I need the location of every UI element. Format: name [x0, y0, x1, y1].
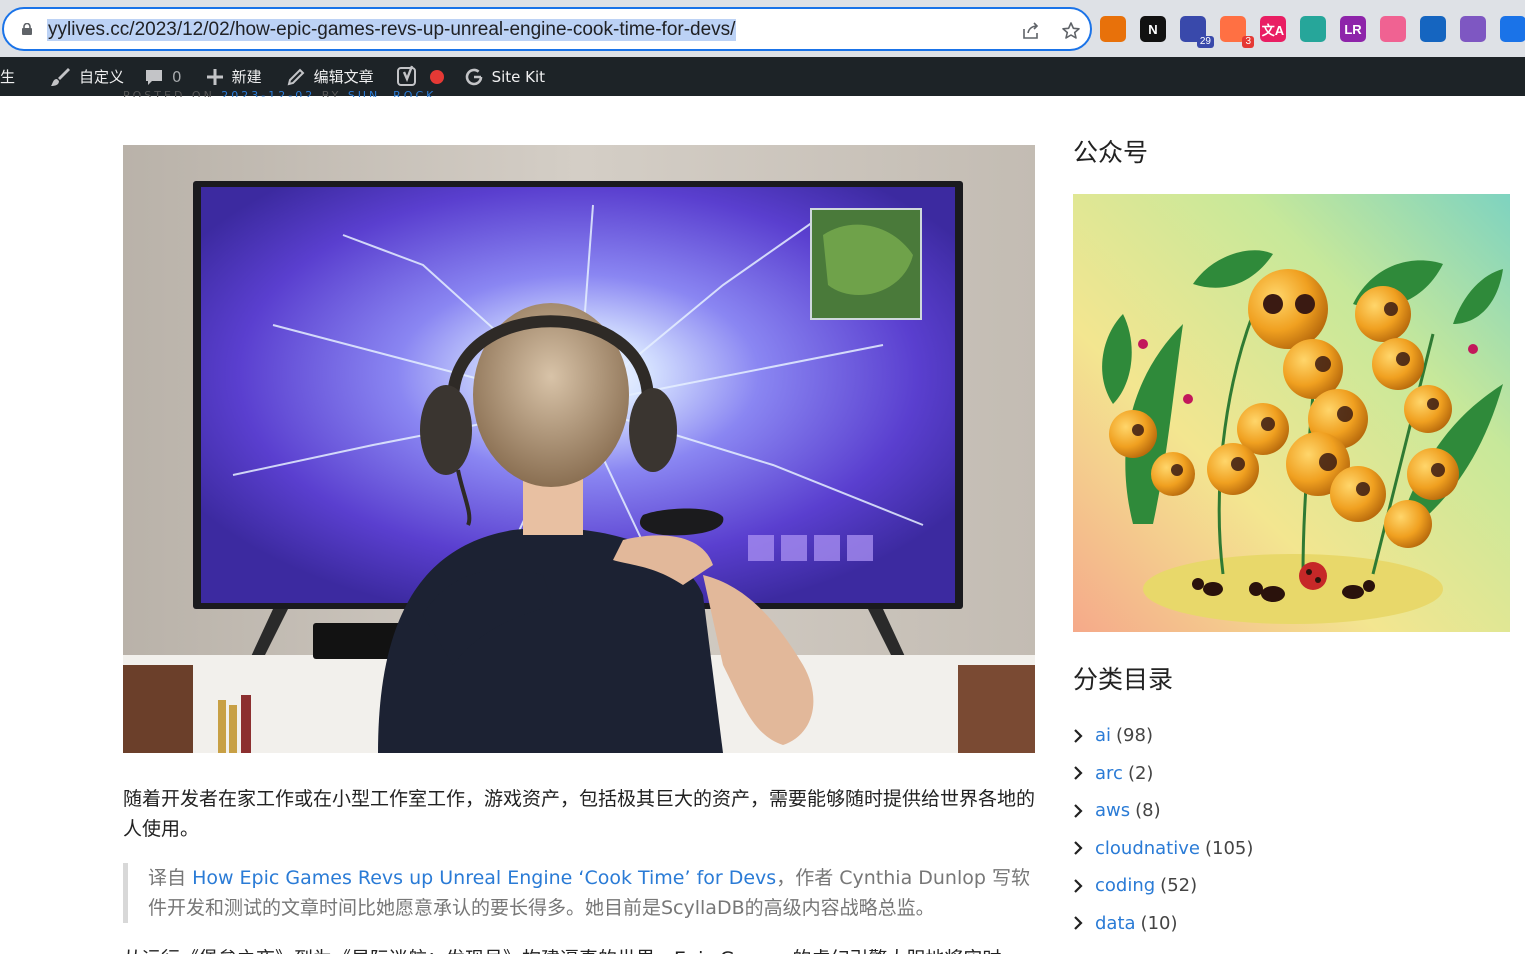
article-paragraph-next: 从运行《堡垒之夜》到为《星际迷航：发现号》构建逼真的世界，Epic Games … [123, 944, 1035, 954]
grid-ext-icon[interactable] [1300, 16, 1326, 42]
category-count: (98) [1116, 725, 1153, 747]
address-bar[interactable]: yylives.cc/2023/12/02/how-epic-games-rev… [2, 7, 1092, 51]
feather-icon[interactable] [1420, 16, 1446, 42]
extension-toolbar: N 29 3 文A LR [1100, 12, 1525, 48]
list-item: arc (2) [1073, 755, 1513, 793]
chevron-right-icon [1073, 766, 1095, 781]
official-account-title: 公众号 [1073, 138, 1149, 167]
yoast-icon [396, 65, 416, 86]
comments-count: 0 [172, 67, 182, 86]
url-text[interactable]: yylives.cc/2023/12/02/how-epic-games-rev… [47, 19, 737, 41]
category-link[interactable]: data [1095, 913, 1136, 934]
lock-icon[interactable] [21, 23, 33, 35]
chevron-right-icon [1073, 916, 1095, 931]
graduation-cap-icon[interactable]: 29 [1180, 16, 1214, 48]
chevron-right-icon [1073, 803, 1095, 818]
plus-icon [206, 68, 223, 85]
admin-bar-site-name[interactable]: 生 [0, 57, 25, 96]
chat-bubbles-icon[interactable]: 3 [1220, 16, 1254, 48]
new-content-label: 新建 [231, 68, 262, 86]
category-list: ai (98) arc (2) aws (8) cloudnative (105… [1073, 717, 1513, 942]
chevron-right-icon [1073, 728, 1095, 743]
customize-label: 自定义 [79, 68, 125, 86]
post-meta: POSTED ON 2023-12-02 BY SUN, ROCK [123, 89, 436, 97]
customize-button[interactable]: 自定义 [25, 57, 134, 96]
categories-title: 分类目录 [1073, 665, 1174, 694]
translation-note-quote: 译自 How Epic Games Revs up Unreal Engine … [123, 863, 1035, 923]
openai-icon[interactable] [1460, 16, 1486, 42]
bookmark-star-icon[interactable] [1060, 20, 1082, 42]
notion-icon[interactable]: N [1140, 16, 1166, 42]
category-link[interactable]: coding [1095, 875, 1155, 896]
lr-ext-icon[interactable]: LR [1340, 16, 1366, 42]
translate-label: 文A [1261, 22, 1285, 38]
list-item: data (10) [1073, 905, 1513, 943]
list-item: ai (98) [1073, 717, 1513, 755]
lr-ext-label: LR [1344, 21, 1362, 37]
official-account-image [1073, 194, 1510, 632]
edge-partial-icon[interactable] [1500, 16, 1525, 42]
seo-status-dot [429, 69, 444, 84]
featured-image [123, 145, 1035, 753]
category-link[interactable]: cloudnative [1095, 838, 1200, 859]
article-paragraph: 随着开发者在家工作或在小型工作室工作，游戏资产，包括极其巨大的资产，需要能够随时… [123, 788, 1036, 840]
posted-on-label: POSTED ON [123, 89, 215, 97]
list-item: cloudnative (105) [1073, 830, 1513, 868]
paintbrush-icon [51, 67, 71, 86]
chrome-ext-icon[interactable] [1100, 16, 1126, 42]
share-icon[interactable] [1020, 20, 1042, 42]
category-count: (2) [1127, 762, 1154, 784]
site-kit-button[interactable]: Site Kit [454, 57, 555, 96]
chevron-right-icon [1073, 841, 1095, 856]
category-count: (105) [1204, 837, 1254, 859]
extension-badge: 3 [1242, 36, 1254, 48]
category-link[interactable]: arc [1095, 763, 1123, 784]
list-item: coding (52) [1073, 867, 1513, 905]
category-count: (8) [1135, 800, 1161, 822]
browser-toolbar: yylives.cc/2023/12/02/how-epic-games-rev… [0, 0, 1525, 57]
site-name-label: 生 [0, 68, 16, 86]
post-author-link[interactable]: SUN, ROCK [348, 89, 436, 97]
category-link[interactable]: ai [1095, 725, 1111, 746]
pencil-icon [287, 68, 305, 85]
comment-bubble-icon [146, 69, 163, 85]
category-link[interactable]: aws [1095, 800, 1130, 821]
by-label: BY [321, 89, 342, 97]
chevron-right-icon [1073, 878, 1095, 893]
list-item: aws (8) [1073, 792, 1513, 830]
category-count: (10) [1140, 912, 1178, 934]
extension-badge: 29 [1196, 36, 1214, 48]
site-kit-label: Site Kit [491, 67, 546, 86]
weibo-icon[interactable] [1380, 16, 1406, 42]
post-date-link[interactable]: 2023-12-02 [221, 89, 315, 97]
source-article-link[interactable]: How Epic Games Revs up Unreal Engine ‘Co… [192, 867, 776, 889]
edit-post-label: 编辑文章 [313, 68, 374, 86]
google-g-icon [465, 68, 482, 85]
notion-label: N [1148, 21, 1158, 37]
quote-prefix: 译自 [148, 867, 187, 889]
category-count: (52) [1160, 875, 1198, 897]
translate-icon[interactable]: 文A [1260, 16, 1286, 42]
